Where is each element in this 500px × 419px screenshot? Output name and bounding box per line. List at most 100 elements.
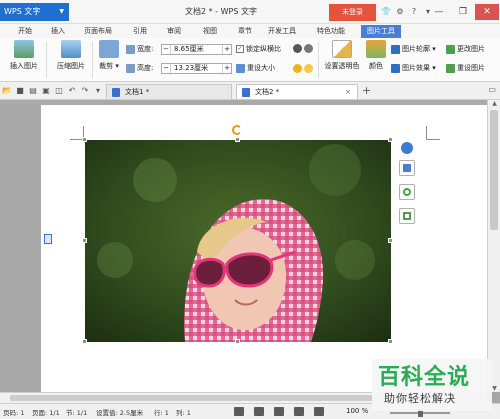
- redo-icon[interactable]: ↷: [80, 85, 90, 96]
- picture-effect-label: 图片效果: [402, 64, 430, 72]
- divider: [46, 42, 47, 78]
- resize-handle[interactable]: [388, 238, 393, 243]
- web-view-icon[interactable]: [294, 407, 304, 416]
- close-button[interactable]: ✕: [475, 4, 499, 20]
- minus-icon[interactable]: −: [162, 45, 171, 54]
- settings-icon[interactable]: ⚙: [394, 5, 406, 18]
- layout-options-button[interactable]: [399, 160, 415, 176]
- contrast-buttons[interactable]: [293, 42, 315, 54]
- outline-icon: [391, 44, 400, 54]
- change-picture-button[interactable]: 更改图片: [446, 43, 485, 55]
- width-value: 8.65厘米: [174, 45, 204, 53]
- transparent-icon: [332, 40, 352, 58]
- close-tab-icon[interactable]: ×: [345, 85, 351, 99]
- tab-list-icon[interactable]: ▭: [488, 85, 496, 94]
- picture-outline-label: 图片轮廓: [402, 45, 430, 53]
- resize-handle[interactable]: [235, 137, 240, 142]
- resize-handle[interactable]: [388, 339, 393, 344]
- insert-picture-button[interactable]: 插入图片: [6, 40, 42, 71]
- effect-icon: [391, 63, 400, 73]
- magnifier-icon: [403, 188, 411, 196]
- set-transparent-button[interactable]: 设置透明色: [321, 40, 363, 71]
- crop-side-button[interactable]: [399, 208, 415, 224]
- brightness-buttons[interactable]: [293, 62, 315, 74]
- picture-outline-button[interactable]: 图片轮廓 ▾: [391, 43, 436, 55]
- plus-icon[interactable]: +: [222, 45, 231, 54]
- resize-handle[interactable]: [235, 339, 240, 344]
- crop-button[interactable]: 裁剪 ▾: [95, 40, 123, 71]
- ribbon: 插入图片 压缩图片 裁剪 ▾ 宽度: − 8.65厘米 + 高度: − 13.2…: [0, 38, 500, 82]
- picture-effect-button[interactable]: 图片效果 ▾: [391, 62, 436, 74]
- picture-icon: [14, 40, 34, 58]
- tab-picture-tools[interactable]: 图片工具: [361, 25, 401, 38]
- open-icon[interactable]: 📂: [2, 85, 12, 96]
- tab-doc2[interactable]: 文档2 * ×: [236, 84, 358, 99]
- skin-icon[interactable]: 👕: [380, 5, 392, 18]
- rotate-handle-icon[interactable]: [232, 125, 242, 135]
- undo-icon[interactable]: ↶: [67, 85, 77, 96]
- tab-view[interactable]: 视图: [203, 25, 217, 38]
- scroll-up-icon[interactable]: ▲: [488, 100, 500, 107]
- resize-handle[interactable]: [82, 339, 87, 344]
- scroll-thumb[interactable]: [490, 110, 498, 230]
- watermark-title: 百科全说: [378, 365, 471, 390]
- tab-chapter[interactable]: 章节: [238, 25, 252, 38]
- resize-handle[interactable]: [82, 238, 87, 243]
- crop-label: 裁剪: [99, 62, 114, 70]
- collapse-icon[interactable]: [401, 142, 413, 154]
- tab-insert[interactable]: 插入: [51, 25, 65, 38]
- login-button[interactable]: 未登录: [329, 4, 376, 21]
- wps-menu-button[interactable]: WPS 文字 ▼: [0, 3, 69, 21]
- save-icon[interactable]: ■: [15, 85, 25, 96]
- help-icon[interactable]: ?: [408, 5, 420, 18]
- zoom-level[interactable]: 100 %: [346, 407, 368, 415]
- chevron-down-icon[interactable]: ▾: [93, 85, 103, 96]
- vertical-scrollbar[interactable]: ▲ ▼: [487, 100, 500, 392]
- tab-developer[interactable]: 开发工具: [268, 25, 296, 38]
- zoom-picture-button[interactable]: [399, 184, 415, 200]
- pdf-icon[interactable]: ▤: [28, 85, 38, 96]
- tab-page-layout[interactable]: 页面布局: [84, 25, 112, 38]
- document-icon: [112, 88, 120, 97]
- tab-doc1[interactable]: 文档1 *: [106, 84, 232, 99]
- title-bar: WPS 文字 ▼ 文档2 * - WPS 文字 未登录 👕 ⚙ ? ▾ — ❐ …: [0, 0, 500, 24]
- tab-references[interactable]: 引用: [133, 25, 147, 38]
- resize-handle[interactable]: [82, 137, 87, 142]
- minus-icon[interactable]: −: [162, 64, 171, 73]
- color-button[interactable]: 颜色: [365, 40, 387, 71]
- outline-view-icon[interactable]: [274, 407, 284, 416]
- reset-picture-button[interactable]: 重设图片: [446, 62, 485, 74]
- contrast-down-icon: [304, 43, 313, 53]
- paragraph-icon[interactable]: [44, 234, 52, 244]
- page-corner-mark: [426, 126, 440, 140]
- tab-review[interactable]: 审阅: [167, 25, 181, 38]
- crop-icon: [99, 40, 119, 58]
- reset-size-button[interactable]: 重设大小: [236, 62, 275, 74]
- status-page-count: 页面: 1/1: [32, 409, 60, 417]
- preview-icon[interactable]: ◫: [54, 85, 64, 96]
- scroll-thumb[interactable]: [10, 395, 420, 401]
- plus-icon[interactable]: +: [222, 64, 231, 73]
- lock-ratio-checkbox[interactable]: ✓ 锁定纵横比: [236, 43, 281, 55]
- divider: [318, 42, 319, 78]
- maximize-button[interactable]: ❐: [451, 4, 475, 20]
- focus-mode-icon[interactable]: [234, 407, 244, 416]
- lock-ratio-label: 锁定纵横比: [246, 45, 281, 53]
- document-tab-strip: 📂 ■ ▤ ▣ ◫ ↶ ↷ ▾ 文档1 * 文档2 * × + ▭: [0, 82, 500, 100]
- tab-special[interactable]: 特色功能: [317, 25, 345, 38]
- change-picture-label: 更改图片: [457, 45, 485, 53]
- tab-home[interactable]: 开始: [18, 25, 32, 38]
- width-stepper[interactable]: − 8.65厘米 +: [161, 44, 232, 55]
- print-icon[interactable]: ▣: [41, 85, 51, 96]
- minimize-button[interactable]: —: [427, 4, 451, 20]
- page-view-icon[interactable]: [254, 407, 264, 416]
- document-icon: [242, 88, 250, 97]
- read-mode-icon[interactable]: [314, 407, 324, 416]
- chevron-down-icon: ▼: [59, 8, 64, 15]
- reset-picture-icon: [446, 63, 455, 73]
- compress-picture-button[interactable]: 压缩图片: [54, 40, 88, 71]
- height-stepper[interactable]: − 13.23厘米 +: [161, 63, 232, 74]
- selected-picture[interactable]: [85, 140, 391, 342]
- resize-handle[interactable]: [388, 137, 393, 142]
- add-tab-button[interactable]: +: [362, 84, 371, 97]
